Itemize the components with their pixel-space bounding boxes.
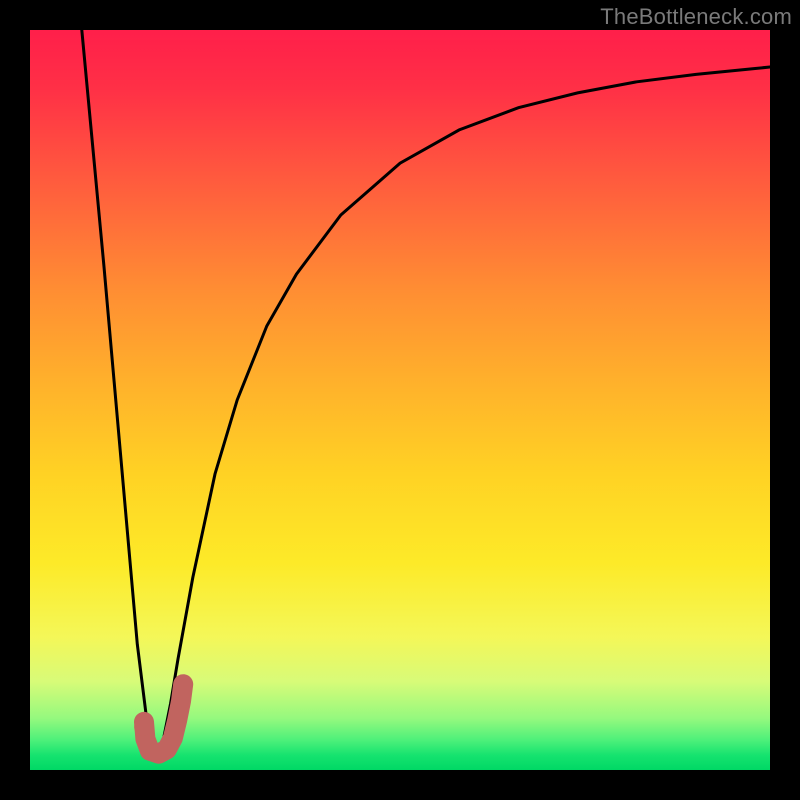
j-marker-dot (134, 718, 152, 736)
j-marker-stroke (144, 684, 183, 754)
watermark-text: TheBottleneck.com (600, 4, 792, 30)
plot-area (30, 30, 770, 770)
outer-frame: TheBottleneck.com (0, 0, 800, 800)
j-marker (30, 30, 770, 770)
